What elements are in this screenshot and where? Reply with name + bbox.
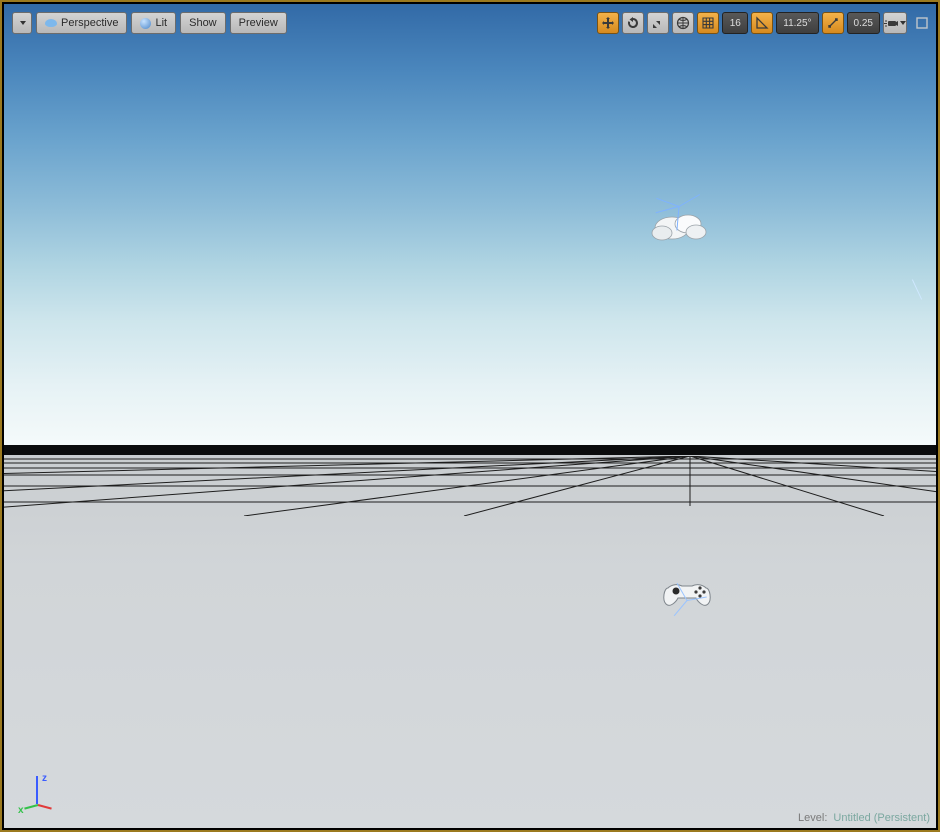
move-icon <box>601 16 615 30</box>
level-name: Untitled (Persistent) <box>833 812 930 824</box>
camera-speed-icon <box>884 16 898 30</box>
horizon <box>4 445 936 455</box>
viewport-toolbar-left: Perspective Lit Show Preview <box>12 12 287 34</box>
scale-icon <box>651 16 665 30</box>
grid-snap-value[interactable]: 16 <box>722 12 748 34</box>
viewport-toolbar-right: 16 11.25° 0.25 <box>597 12 928 34</box>
level-viewport[interactable]: Perspective Lit Show Preview <box>4 4 936 828</box>
grid-icon <box>701 16 715 30</box>
scale-snap-button[interactable] <box>822 12 844 34</box>
globe-icon <box>676 16 690 30</box>
status-label: Level: <box>798 812 827 824</box>
coordinate-space-button[interactable] <box>672 12 694 34</box>
axis-y-line <box>38 804 52 810</box>
viewport-options-button[interactable] <box>12 12 32 34</box>
view-mode-label: Perspective <box>61 17 118 29</box>
rotate-gizmo-button[interactable] <box>622 12 644 34</box>
axis-z-line <box>36 776 38 804</box>
camera-speed-button[interactable] <box>883 12 907 34</box>
scale-snap-value[interactable]: 0.25 <box>847 12 880 34</box>
lit-mode-button[interactable]: Lit <box>131 12 176 34</box>
view-mode-button[interactable]: Perspective <box>36 12 127 34</box>
preview-label: Preview <box>239 17 278 29</box>
grid-snap-button[interactable] <box>697 12 719 34</box>
sky-background <box>4 4 936 454</box>
axis-x-line <box>24 804 38 810</box>
angle-snap-button[interactable] <box>751 12 773 34</box>
angle-snap-value[interactable]: 11.25° <box>776 12 818 34</box>
show-button[interactable]: Show <box>180 12 226 34</box>
rotate-icon <box>626 16 640 30</box>
maximize-viewport-button[interactable] <box>916 17 928 29</box>
show-label: Show <box>189 17 217 29</box>
perspective-icon <box>45 18 57 28</box>
preview-button[interactable]: Preview <box>230 12 287 34</box>
lit-mode-label: Lit <box>155 17 167 29</box>
chevron-down-icon <box>20 21 26 25</box>
axis-gizmo: z x <box>18 774 58 814</box>
lit-sphere-icon <box>140 18 151 29</box>
axis-z-label: z <box>42 773 47 784</box>
scale-gizmo-button[interactable] <box>647 12 669 34</box>
angle-icon <box>755 16 769 30</box>
status-bar: Level: Untitled (Persistent) <box>798 812 930 824</box>
viewport-frame: Perspective Lit Show Preview <box>0 0 940 832</box>
axis-x-label: x <box>18 805 24 816</box>
scale-snap-icon <box>826 16 840 30</box>
ground-plane <box>4 455 936 828</box>
translate-gizmo-button[interactable] <box>597 12 619 34</box>
chevron-down-icon <box>900 21 906 25</box>
